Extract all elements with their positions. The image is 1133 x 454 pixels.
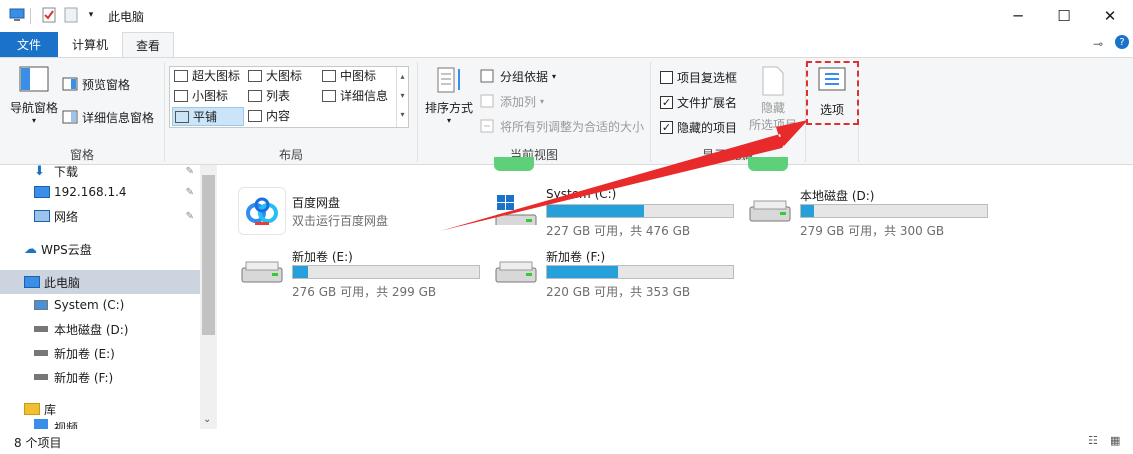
status-bar: 8 个项目 ☷ ▦ bbox=[0, 429, 1133, 454]
large-icons-view-icon[interactable]: ▦ bbox=[1110, 434, 1120, 447]
annotation-arrow bbox=[440, 120, 808, 231]
details-view-icon[interactable]: ☷ bbox=[1088, 434, 1098, 447]
item-count: 8 个项目 bbox=[14, 436, 62, 450]
